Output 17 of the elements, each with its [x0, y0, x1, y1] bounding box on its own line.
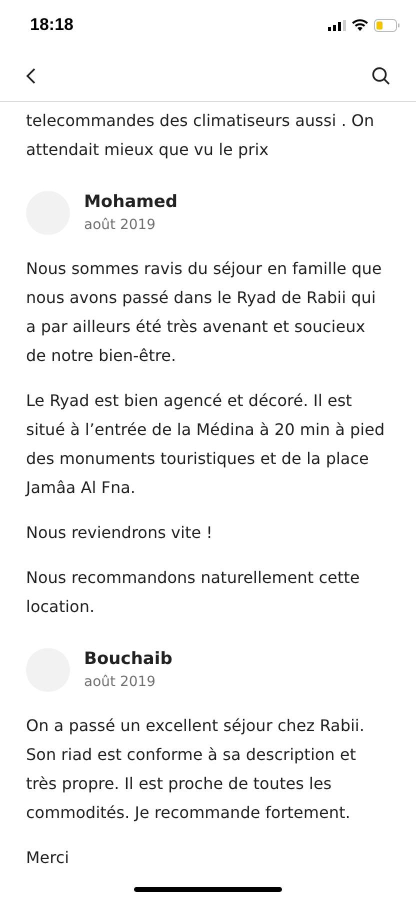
reviewer-name: Bouchaib [84, 648, 172, 671]
review-text: Le Ryad est bien agencé et décoré. Il est situé à l’entrée de la Médina à 20 min à pied des monuments touristiques et de la place Jamâa Al Fna. [26, 390, 386, 499]
review-text: telecommandes des climatiseurs aussi . On attendait mieux que vu le prix [26, 110, 376, 161]
wifi-icon [352, 19, 368, 31]
review-date: août 2019 [84, 673, 157, 692]
review-text: Merci [26, 847, 70, 869]
back-icon[interactable] [26, 68, 36, 84]
reviewer-name: Mohamed [84, 191, 178, 214]
battery-icon [374, 18, 400, 32]
status-time: 18:18 [30, 14, 74, 36]
review-text: Nous recommandons naturellement cette location. [26, 567, 361, 618]
search-icon[interactable] [372, 66, 390, 84]
review-text: Nous sommes ravis du séjour en famille que nous avons passé dans le Ryad de Rabii qui a par ailleurs été très avenant et soucieux de notre bien-être. [26, 258, 383, 367]
signal-icon [328, 20, 346, 30]
review-text: On a passé un excellent séjour chez Rabii. Son riad est conforme à sa description et très propre. Il est proche de toutes les commodités. Je recommande fortement. [26, 715, 366, 824]
review-date: août 2019 [84, 216, 157, 235]
review-text: Nous reviendrons vite ! [26, 522, 214, 544]
